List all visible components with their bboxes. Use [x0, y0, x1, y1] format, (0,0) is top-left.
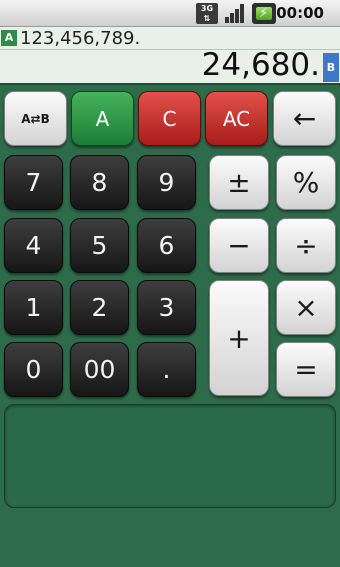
main-result-value: 24,680.	[201, 47, 320, 83]
swap-ab-button[interactable]: A⇄B	[4, 91, 67, 146]
digit-5-label: 5	[91, 231, 108, 260]
digit-5-button[interactable]: 5	[70, 218, 129, 273]
digit-1-button[interactable]: 1	[4, 280, 63, 335]
all-clear-label: AC	[222, 106, 251, 131]
multiply-label: ×	[294, 291, 318, 324]
plus-button[interactable]: +	[209, 280, 269, 396]
memory-a-value: 123,456,789.	[20, 28, 141, 49]
percent-button[interactable]: %	[276, 155, 336, 210]
memory-a-button[interactable]: A	[71, 91, 134, 146]
plus-minus-button[interactable]: ±	[209, 155, 269, 210]
digit-1-label: 1	[25, 293, 42, 322]
backspace-button[interactable]: ←	[273, 91, 336, 146]
minus-button[interactable]: −	[209, 218, 269, 273]
swap-ab-label: A⇄B	[21, 111, 50, 126]
digit-4-button[interactable]: 4	[4, 218, 63, 273]
status-time: 00:00	[276, 4, 324, 22]
double-zero-label: 00	[83, 355, 116, 384]
digit-8-button[interactable]: 8	[70, 155, 129, 210]
digit-8-label: 8	[91, 168, 108, 197]
digit-6-button[interactable]: 6	[137, 218, 196, 273]
digit-9-button[interactable]: 9	[137, 155, 196, 210]
multiply-button[interactable]: ×	[276, 280, 336, 335]
memory-a-label: A	[95, 106, 110, 131]
status-bar: 3G ⇅ ⚡ 00:00	[0, 0, 340, 27]
minus-label: −	[227, 229, 251, 262]
divide-label: ÷	[294, 229, 318, 262]
equals-button[interactable]: =	[276, 342, 336, 397]
double-zero-button[interactable]: 00	[70, 342, 129, 397]
divide-button[interactable]: ÷	[276, 218, 336, 273]
history-tape-panel[interactable]	[4, 404, 336, 508]
decimal-point-label: .	[162, 355, 171, 384]
digit-6-label: 6	[158, 231, 175, 260]
digit-7-button[interactable]: 7	[4, 155, 63, 210]
digit-0-button[interactable]: 0	[4, 342, 63, 397]
signal-strength-icon	[225, 4, 244, 23]
percent-label: %	[292, 166, 320, 199]
all-clear-button[interactable]: AC	[205, 91, 268, 146]
plus-label: +	[227, 321, 251, 355]
battery-charging-icon: ⚡	[252, 3, 276, 24]
calculator-display: A 123,456,789. 24,680. B	[0, 27, 340, 85]
digit-7-label: 7	[25, 168, 42, 197]
digit-2-button[interactable]: 2	[70, 280, 129, 335]
clear-label: C	[162, 106, 177, 131]
plus-minus-label: ±	[227, 166, 251, 199]
backspace-arrow-icon: ←	[292, 102, 317, 135]
digit-3-button[interactable]: 3	[137, 280, 196, 335]
clear-button[interactable]: C	[138, 91, 201, 146]
equals-label: =	[294, 353, 318, 386]
decimal-point-button[interactable]: .	[137, 342, 196, 397]
digit-4-label: 4	[25, 231, 42, 260]
network-3g-icon: 3G ⇅	[196, 3, 218, 24]
digit-9-label: 9	[158, 168, 175, 197]
memory-b-badge: B	[323, 53, 339, 82]
digit-2-label: 2	[91, 293, 108, 322]
digit-0-label: 0	[25, 355, 42, 384]
memory-a-badge: A	[1, 30, 17, 46]
digit-3-label: 3	[158, 293, 175, 322]
